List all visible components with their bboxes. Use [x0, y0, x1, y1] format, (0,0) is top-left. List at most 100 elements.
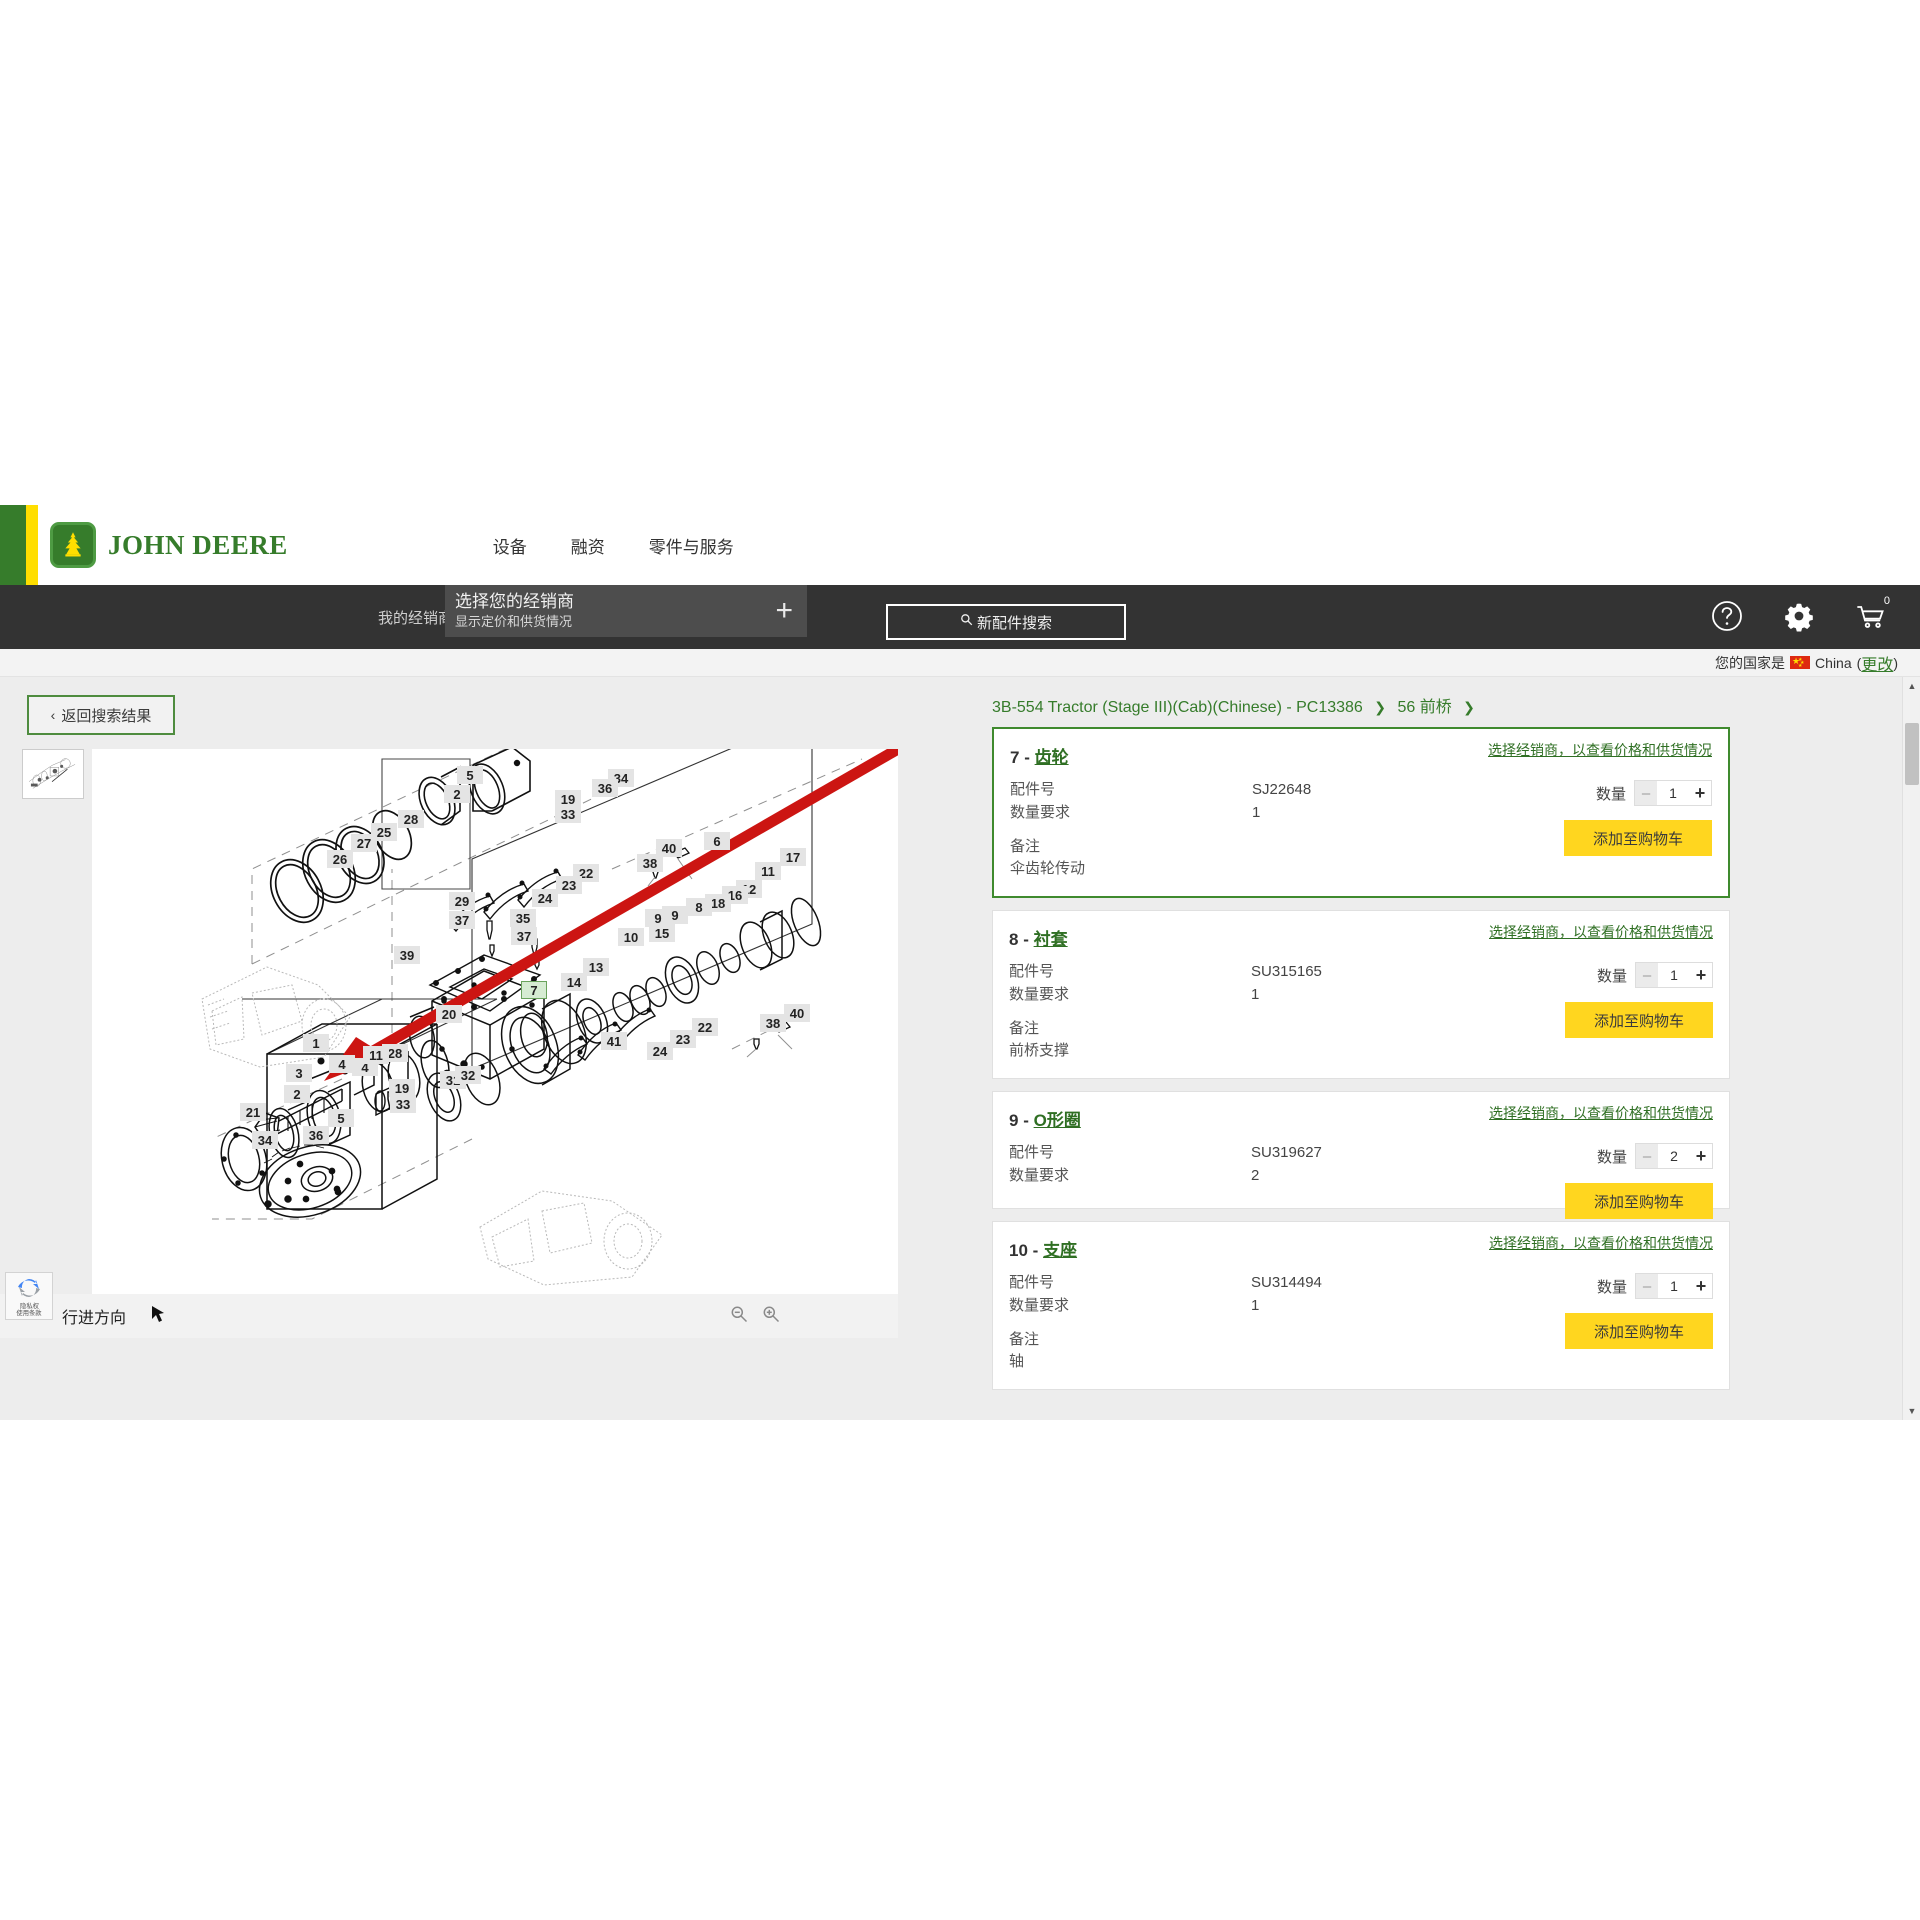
john-deere-logo[interactable]: JOHN DEERE [50, 522, 288, 568]
diagram-callout-8[interactable]: 8 [686, 898, 712, 916]
part-card[interactable]: 7 - 齿轮 配件号 SJ22648 数量要求 1 备注 伞齿轮传动 选择经销商，以查看价格和… [992, 727, 1730, 898]
select-dealer-link[interactable]: 选择经销商，以查看价格和供货情况 [1443, 923, 1713, 942]
quantity-stepper[interactable]: –2 + [1635, 1143, 1713, 1169]
quantity-stepper[interactable]: –1 + [1635, 962, 1713, 988]
add-to-cart-button[interactable]: 添加至购物车 [1565, 1183, 1713, 1219]
part-card[interactable]: 8 - 衬套 配件号 SU315165 数量要求 1 备注 前桥支撑 选择经销商，以查看价格和… [992, 910, 1730, 1079]
diagram-callout-6[interactable]: 6 [704, 832, 730, 850]
select-dealer-link[interactable]: 选择经销商，以查看价格和供货情况 [1443, 1234, 1713, 1253]
diagram-callout-2[interactable]: 2 [444, 785, 470, 803]
diagram-callout-34[interactable]: 34 [252, 1131, 278, 1149]
plus-icon[interactable]: + [775, 596, 793, 626]
quantity-decrement-button[interactable]: – [1636, 963, 1658, 987]
diagram-callout-29[interactable]: 29 [449, 892, 475, 910]
diagram-callout-37[interactable]: 37 [449, 911, 475, 929]
quantity-increment-button[interactable]: + [1690, 963, 1712, 987]
zoom-out-icon[interactable] [730, 1305, 748, 1328]
recaptcha-terms-label[interactable]: 使用条款 [16, 1310, 41, 1316]
diagram-callout-33[interactable]: 33 [390, 1095, 416, 1113]
part-card[interactable]: 10 - 支座 配件号 SU314494 数量要求 1 备注轴选择经销商，以查看价格和供货… [992, 1221, 1730, 1390]
diagram-callout-11[interactable]: 11 [755, 862, 781, 880]
diagram-callout-1[interactable]: 1 [303, 1034, 329, 1052]
recaptcha-privacy-label[interactable]: 隐私权 [20, 1303, 39, 1309]
select-dealer-link[interactable]: 选择经销商，以查看价格和供货情况 [1443, 1104, 1713, 1123]
part-name-link[interactable]: 支座 [1043, 1241, 1077, 1260]
nav-item-financing[interactable]: 融资 [571, 533, 605, 558]
parts-search-box[interactable]: 新配件搜索 [886, 604, 1126, 640]
country-change-link[interactable]: 更改 [1861, 651, 1893, 675]
part-name-link[interactable]: 衬套 [1034, 930, 1068, 949]
screenshot-root: JOHN DEERE 设备 融资 零件与服务 我的经销商 选择您的经销商 显示定… [0, 0, 1920, 1920]
diagram-callout-20[interactable]: 20 [436, 1005, 462, 1023]
add-to-cart-button[interactable]: 添加至购物车 [1564, 820, 1712, 856]
quantity-stepper[interactable]: –1 + [1635, 1273, 1713, 1299]
diagram-thumbnail[interactable] [22, 749, 84, 799]
parts-list-panel: 3B-554 Tractor (Stage III)(Cab)(Chinese)… [960, 677, 1920, 1420]
quantity-value[interactable]: 1 [1658, 967, 1690, 983]
scroll-down-arrow-icon[interactable]: ▼ [1903, 1402, 1920, 1420]
breadcrumb-node[interactable]: 56 前桥 [1397, 699, 1451, 716]
quantity-value[interactable]: 1 [1657, 785, 1689, 801]
quantity-decrement-button[interactable]: – [1636, 1274, 1658, 1298]
part-notes-value: 轴 [1009, 1353, 1025, 1370]
diagram-callout-41[interactable]: 41 [601, 1032, 627, 1050]
diagram-callout-28[interactable]: 28 [398, 810, 424, 828]
diagram-callout-36[interactable]: 36 [592, 779, 618, 797]
select-dealer-link[interactable]: 选择经销商，以查看价格和供货情况 [1442, 741, 1712, 760]
diagram-callout-24[interactable]: 24 [532, 889, 558, 907]
part-index: 9 [1009, 1111, 1019, 1130]
quantity-increment-button[interactable]: + [1690, 1144, 1712, 1168]
diagram-callout-15[interactable]: 15 [649, 924, 675, 942]
diagram-callout-27[interactable]: 27 [351, 834, 377, 852]
dealer-selector[interactable]: 选择您的经销商 显示定价和供货情况 + [445, 585, 807, 637]
exploded-parts-diagram[interactable]: 5 2 34 36 19 33 28 25 27 26 40 6 17 11 38 22 23 24 12 16 18 8… [92, 749, 898, 1294]
diagram-callout-33[interactable]: 33 [555, 805, 581, 823]
diagram-callout-3[interactable]: 3 [286, 1064, 312, 1082]
diagram-callout-21[interactable]: 21 [240, 1103, 266, 1121]
zoom-in-icon[interactable] [762, 1305, 780, 1328]
diagram-callout-40[interactable]: 40 [784, 1004, 810, 1022]
diagram-callout-23[interactable]: 23 [556, 876, 582, 894]
diagram-callout-23[interactable]: 23 [670, 1030, 696, 1048]
quantity-decrement-button[interactable]: – [1636, 1144, 1658, 1168]
diagram-callout-24[interactable]: 24 [647, 1042, 673, 1060]
quantity-decrement-button[interactable]: – [1635, 781, 1657, 805]
breadcrumb-root[interactable]: 3B-554 Tractor (Stage III)(Cab)(Chinese)… [992, 699, 1363, 716]
diagram-callout-10[interactable]: 10 [618, 928, 644, 946]
add-to-cart-button[interactable]: 添加至购物车 [1565, 1313, 1713, 1349]
diagram-callout-39[interactable]: 39 [394, 946, 420, 964]
gear-icon[interactable] [1782, 599, 1816, 638]
diagram-callout-17[interactable]: 17 [780, 848, 806, 866]
part-name-link[interactable]: O形圈 [1034, 1111, 1081, 1130]
diagram-callout-14[interactable]: 14 [561, 973, 587, 991]
diagram-callout-38[interactable]: 38 [637, 854, 663, 872]
back-to-search-results-button[interactable]: ‹ 返回搜索结果 [27, 695, 175, 735]
diagram-callout-38[interactable]: 38 [760, 1014, 786, 1032]
quantity-value[interactable]: 1 [1658, 1278, 1690, 1294]
diagram-callout-2[interactable]: 2 [284, 1085, 310, 1103]
quantity-stepper[interactable]: –1 + [1634, 780, 1712, 806]
diagram-callout-35[interactable]: 35 [510, 909, 536, 927]
quantity-value[interactable]: 2 [1658, 1148, 1690, 1164]
diagram-callout-37[interactable]: 37 [511, 927, 537, 945]
diagram-callout-26[interactable]: 26 [327, 850, 353, 868]
diagram-callout-11[interactable]: 11 [363, 1046, 389, 1064]
quantity-increment-button[interactable]: + [1689, 781, 1711, 805]
diagram-callout-36[interactable]: 36 [303, 1126, 329, 1144]
recaptcha-badge[interactable]: 隐私权 使用条款 [5, 1272, 53, 1320]
part-name-link[interactable]: 齿轮 [1035, 748, 1069, 767]
add-to-cart-button[interactable]: 添加至购物车 [1565, 1002, 1713, 1038]
part-card[interactable]: 9 - O形圈 配件号 SU319627 数量要求 2 选择经销商，以查看价格和供货情况数… [992, 1091, 1730, 1219]
diagram-callout-5[interactable]: 5 [457, 766, 483, 784]
quantity-increment-button[interactable]: + [1690, 1274, 1712, 1298]
diagram-callout-32[interactable]: 32 [455, 1066, 481, 1084]
scroll-up-arrow-icon[interactable]: ▲ [1903, 677, 1920, 695]
help-icon[interactable] [1710, 599, 1744, 638]
nav-item-equipment[interactable]: 设备 [493, 533, 527, 558]
diagram-callout-5[interactable]: 5 [328, 1109, 354, 1127]
diagram-callout-7[interactable]: 7 [521, 981, 547, 999]
cart-icon[interactable]: 0 [1854, 595, 1890, 638]
nav-item-parts-and-service[interactable]: 零件与服务 [649, 533, 734, 558]
parts-list-scrollbar[interactable]: ▲ ▼ [1902, 677, 1920, 1420]
scrollbar-thumb[interactable] [1905, 723, 1919, 785]
